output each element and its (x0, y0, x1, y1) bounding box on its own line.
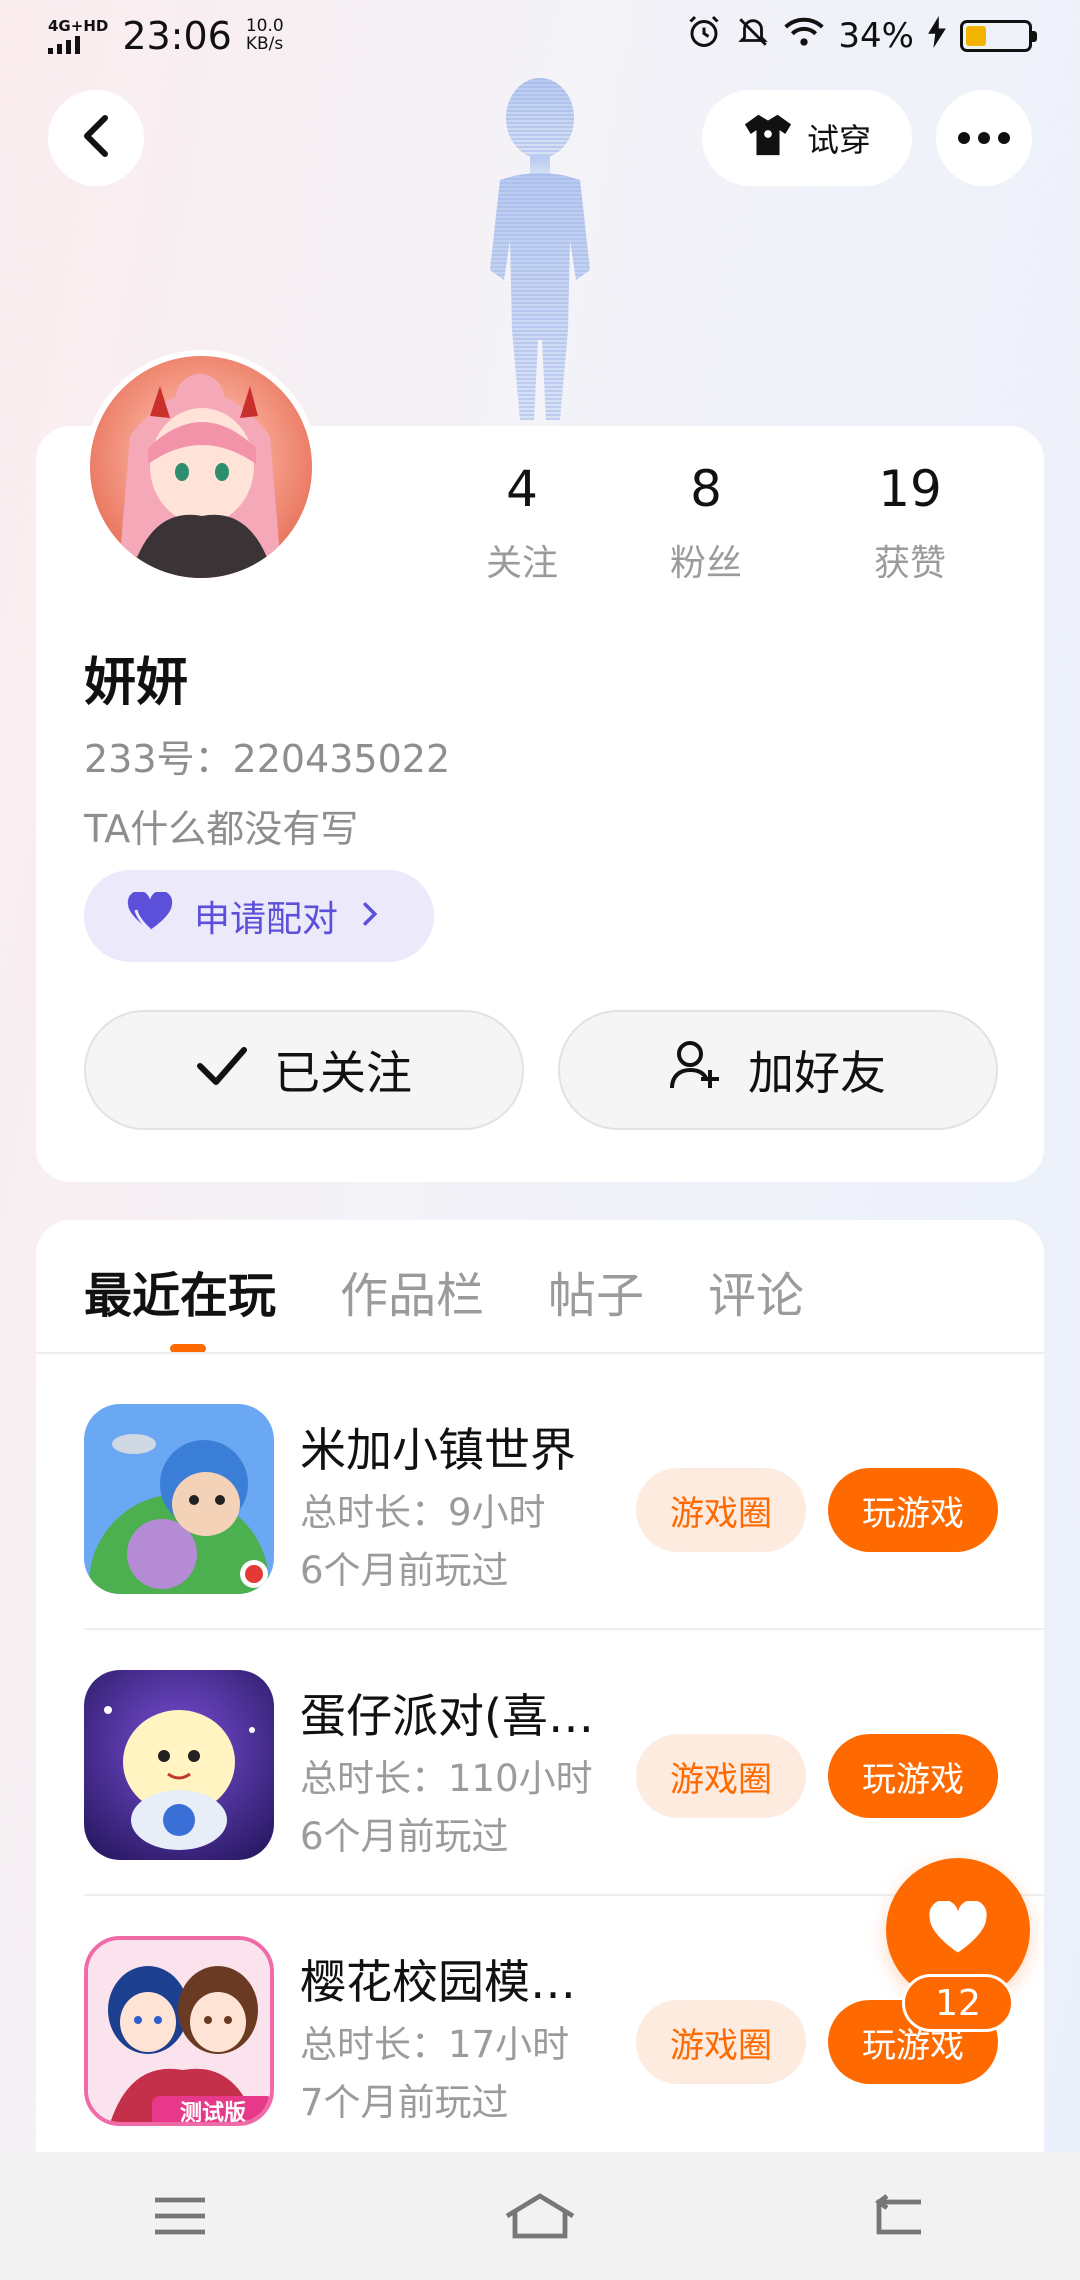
stat-fans-count: 8 (690, 460, 722, 518)
menu-icon[interactable] (140, 2186, 220, 2246)
tryon-button[interactable]: 试穿 (702, 90, 912, 186)
status-right: 34% (686, 14, 1037, 59)
heart-icon (126, 890, 174, 941)
game-title: 米加小镇世界 (300, 1423, 576, 1477)
tabs-divider (36, 1352, 1044, 1354)
game-last-played: 7个月前玩过 (300, 2081, 509, 2124)
mute-bell-icon (736, 14, 770, 59)
tryon-label: 试穿 (806, 121, 871, 159)
system-nav-bar (0, 2152, 1080, 2280)
game-icon (84, 1670, 274, 1860)
stat-following[interactable]: 4 关注 (440, 464, 604, 586)
avatar-hologram-figure (440, 70, 640, 430)
tab-recent-play[interactable]: 最近在玩 (84, 1256, 276, 1326)
stat-likes-count: 19 (878, 460, 942, 518)
profile-stats: 4 关注 8 粉丝 19 获赞 (440, 464, 1020, 586)
game-title: 蛋仔派对(喜… (300, 1689, 594, 1743)
heart-icon (927, 1899, 989, 1959)
stat-likes-label: 获赞 (873, 543, 946, 584)
stat-following-label: 关注 (485, 543, 558, 584)
tab-works[interactable]: 作品栏 (340, 1256, 484, 1326)
avatar[interactable] (84, 350, 318, 584)
game-last-played: 6个月前玩过 (300, 1815, 509, 1858)
stat-fans-label: 粉丝 (669, 543, 742, 584)
user-bio: TA什么都没有写 (84, 807, 359, 851)
like-count: 12 (902, 1974, 1014, 2032)
game-playtime: 总时长：9小时 (300, 1491, 546, 1534)
stat-likes[interactable]: 19 获赞 (808, 464, 1012, 586)
home-icon[interactable] (500, 2186, 580, 2246)
back-icon[interactable] (860, 2186, 940, 2246)
network-label: 4G+HD (48, 16, 109, 35)
game-icon (84, 1404, 274, 1594)
network-indicator: 4G+HD (48, 16, 109, 54)
followed-label: 已关注 (274, 1046, 412, 1100)
game-icon: 测试版 (84, 1936, 274, 2126)
user-id: 233号：220435022 (84, 737, 451, 781)
list-item[interactable]: 蛋仔派对(喜… 总时长：110小时 6个月前玩过 游戏圈 玩游戏 (84, 1630, 1044, 1896)
status-bar: 4G+HD 23:06 10.0 KB/s 34% (0, 0, 1080, 72)
battery-icon (960, 20, 1037, 52)
play-game-button[interactable]: 玩游戏 (828, 1468, 998, 1552)
match-label: 申请配对 (194, 899, 339, 940)
game-circle-button[interactable]: 游戏圈 (636, 1468, 806, 1552)
chevron-left-icon (81, 114, 111, 162)
back-button[interactable] (48, 90, 144, 186)
battery-percent: 34% (838, 16, 914, 56)
game-last-played: 6个月前玩过 (300, 1549, 509, 1592)
status-time: 23:06 (122, 14, 232, 58)
game-playtime: 总时长：110小时 (300, 1757, 593, 1800)
more-button[interactable] (936, 90, 1032, 186)
alarm-icon (686, 14, 722, 59)
more-dots-icon (958, 132, 1010, 144)
game-title: 樱花校园模… (300, 1955, 576, 2009)
list-item[interactable]: 米加小镇世界 总时长：9小时 6个月前玩过 游戏圈 玩游戏 (84, 1364, 1044, 1630)
status-left: 4G+HD 23:06 10.0 KB/s (48, 14, 284, 58)
game-playtime: 总时长：17小时 (300, 2023, 570, 2066)
content-tabs: 最近在玩 作品栏 帖子 评论 (84, 1256, 804, 1326)
followed-button[interactable]: 已关注 (84, 1010, 524, 1130)
chevron-right-icon (362, 896, 378, 936)
play-game-button[interactable]: 玩游戏 (828, 1734, 998, 1818)
add-user-icon (670, 1040, 722, 1101)
shirt-icon (743, 112, 793, 164)
stat-following-count: 4 (506, 460, 538, 518)
net-speed-unit: KB/s (245, 34, 284, 54)
game-circle-button[interactable]: 游戏圈 (636, 1734, 806, 1818)
add-friend-label: 加好友 (748, 1046, 886, 1100)
add-friend-button[interactable]: 加好友 (558, 1010, 998, 1130)
net-speed: 10.0 KB/s (245, 17, 284, 54)
wifi-icon (784, 16, 825, 57)
check-icon (196, 1043, 248, 1097)
charging-icon (928, 15, 946, 57)
tab-comments[interactable]: 评论 (708, 1256, 804, 1326)
signal-icon (48, 35, 108, 54)
user-name: 妍妍 (84, 653, 189, 713)
test-version-badge: 测试版 (179, 2101, 246, 2126)
tab-posts[interactable]: 帖子 (548, 1256, 644, 1326)
request-match-button[interactable]: 申请配对 (84, 870, 434, 962)
stat-fans[interactable]: 8 粉丝 (604, 464, 808, 586)
game-circle-button[interactable]: 游戏圈 (636, 2000, 806, 2084)
